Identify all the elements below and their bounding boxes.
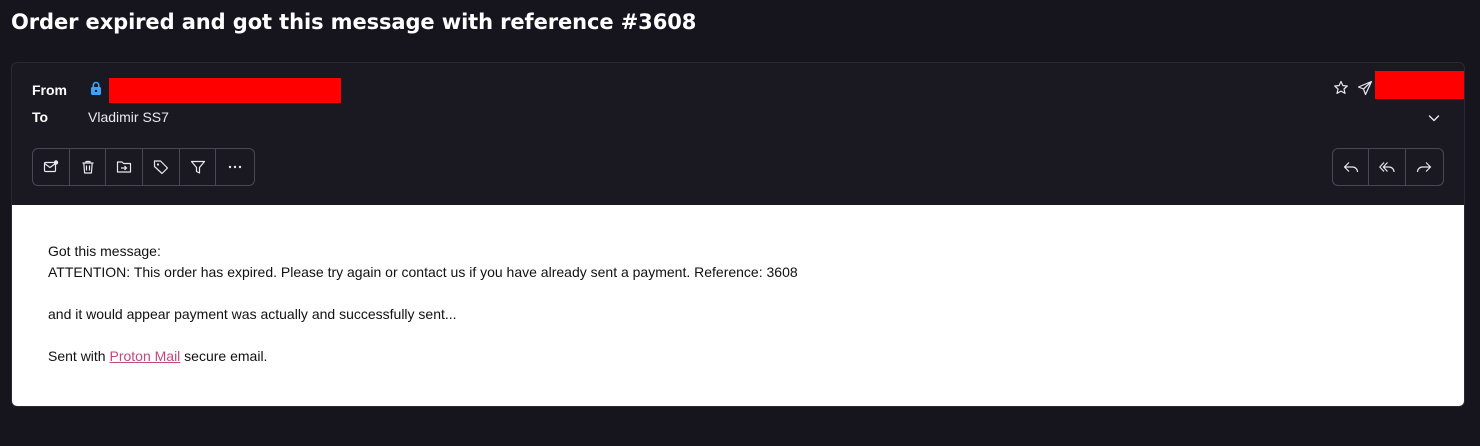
move-to-folder-icon xyxy=(116,159,132,175)
lock-icon xyxy=(89,81,103,95)
reply-toolbar xyxy=(1332,148,1444,186)
mark-unread-icon xyxy=(43,159,59,175)
chevron-down-icon[interactable] xyxy=(1425,109,1443,127)
to-label: To xyxy=(32,109,49,125)
sender-redacted[interactable] xyxy=(109,78,341,103)
filter-icon xyxy=(190,159,206,175)
more-actions-button[interactable] xyxy=(216,149,254,185)
label-tag-icon xyxy=(153,159,169,175)
trash-icon xyxy=(80,159,96,175)
message-actions-toolbar xyxy=(32,148,255,186)
date-redacted xyxy=(1375,71,1464,99)
body-line-payment: and it would appear payment was actually… xyxy=(48,306,457,322)
signature-suffix: secure email. xyxy=(180,348,268,364)
signature-prefix: Sent with xyxy=(48,348,110,364)
move-to-folder-button[interactable] xyxy=(106,149,144,185)
reply-all-icon xyxy=(1379,159,1395,175)
forward-icon xyxy=(1416,159,1432,175)
signature: Sent with Proton Mail secure email. xyxy=(48,346,798,367)
proton-mail-link[interactable]: Proton Mail xyxy=(109,348,180,364)
message-body: Got this message: ATTENTION: This order … xyxy=(12,205,1464,406)
send-icon[interactable] xyxy=(1356,79,1374,97)
delete-button[interactable] xyxy=(70,149,107,185)
message-subject: Order expired and got this message with … xyxy=(11,10,697,34)
label-button[interactable] xyxy=(143,149,180,185)
mark-unread-button[interactable] xyxy=(33,149,70,185)
message-card: From To Vladimir SS7 Got this message: A… xyxy=(11,62,1465,407)
filter-button[interactable] xyxy=(180,149,217,185)
message-body-text: Got this message: ATTENTION: This order … xyxy=(48,241,798,367)
from-label: From xyxy=(32,82,67,98)
star-icon[interactable] xyxy=(1332,79,1350,97)
body-line-attention: ATTENTION: This order has expired. Pleas… xyxy=(48,264,798,280)
recipient-name[interactable]: Vladimir SS7 xyxy=(88,109,169,125)
body-line-intro: Got this message: xyxy=(48,243,161,259)
more-icon xyxy=(227,159,243,175)
reply-all-button[interactable] xyxy=(1369,149,1406,185)
forward-button[interactable] xyxy=(1406,149,1443,185)
reply-button[interactable] xyxy=(1333,149,1370,185)
reply-icon xyxy=(1343,159,1359,175)
